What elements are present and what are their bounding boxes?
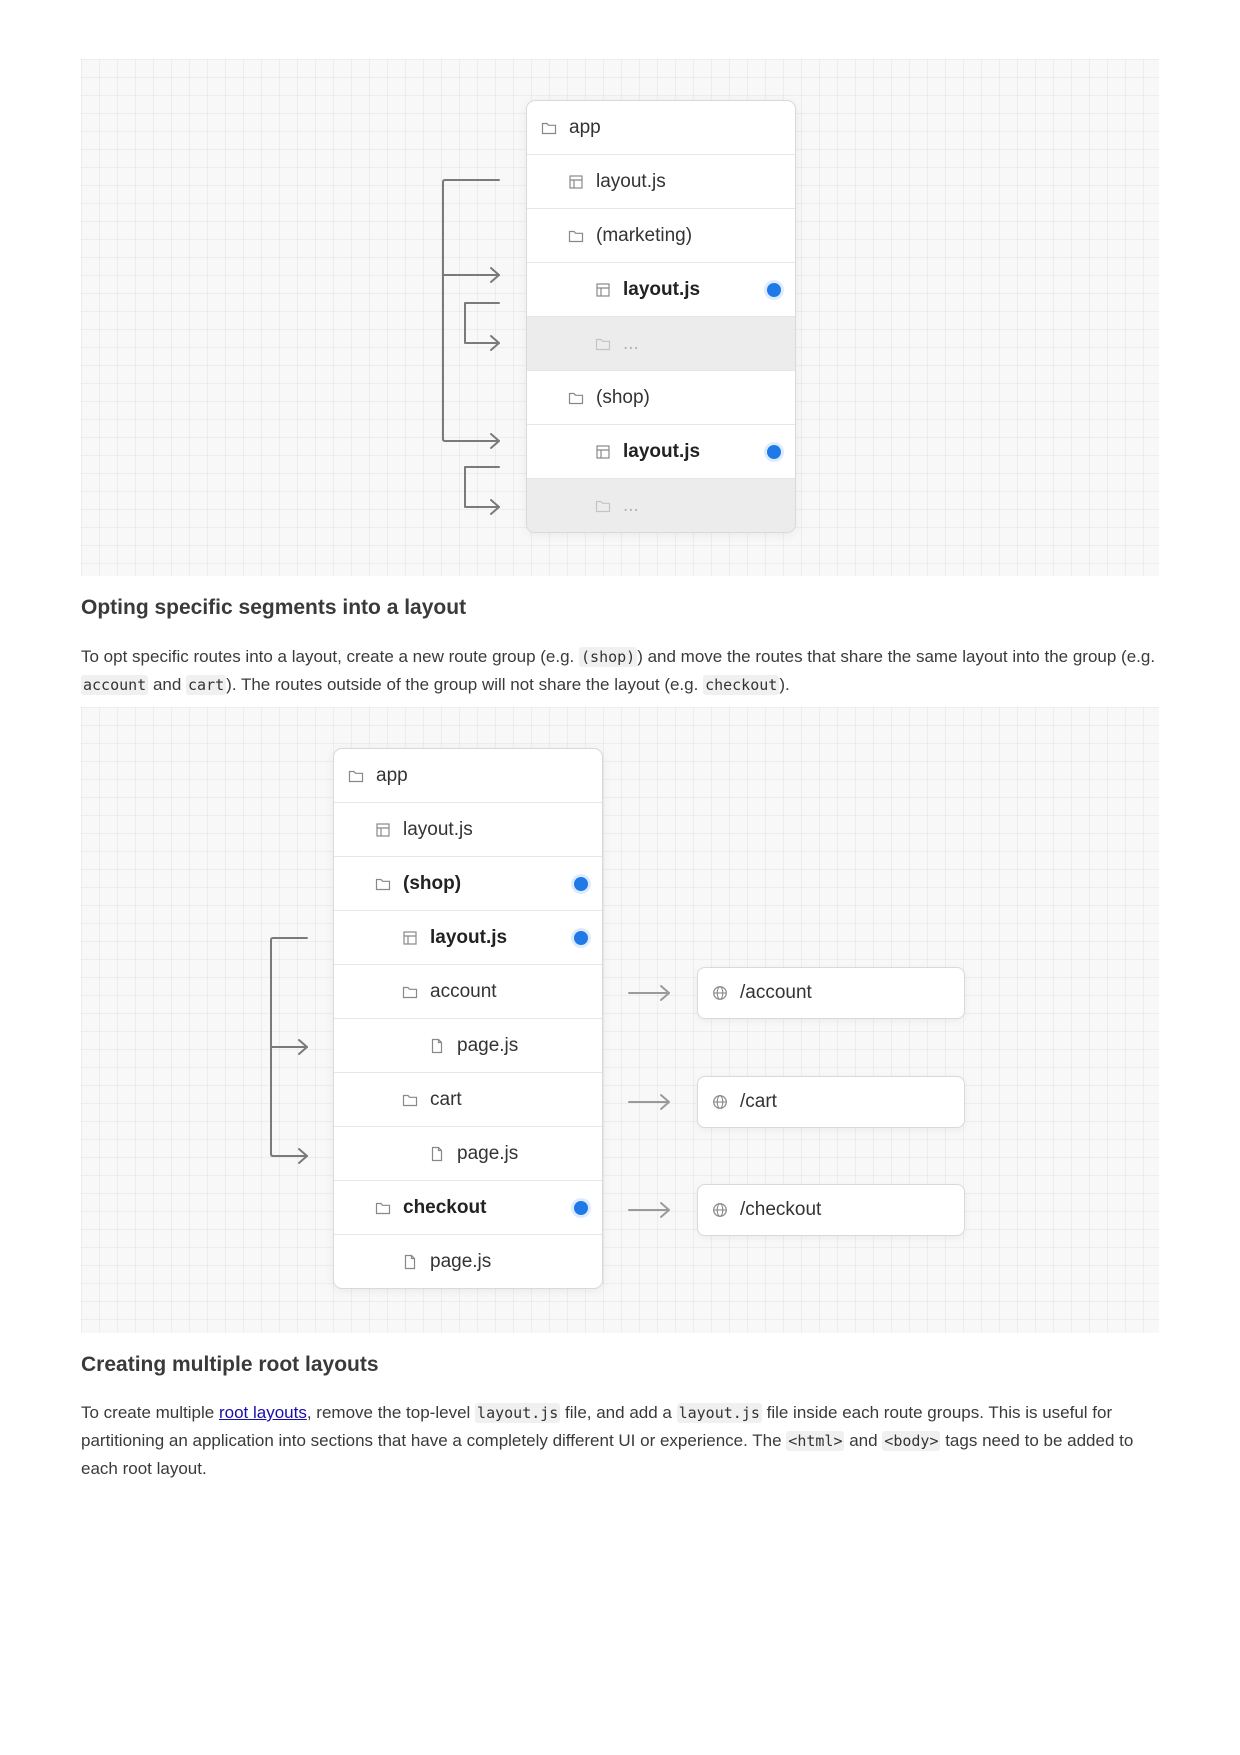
text-run: and [148,675,187,694]
tree-row-checkout[interactable]: checkout [334,1181,602,1235]
page-file-icon [431,1146,443,1161]
globe-icon [713,1203,727,1217]
tree-row-cart[interactable]: cart [334,1073,602,1127]
inline-code: cart [186,675,227,695]
inline-code: checkout [703,675,780,695]
tree-row-label: app [376,764,408,786]
text-run: To opt specific routes into a layout, cr… [81,647,580,666]
tree-row-label: ... [623,494,639,516]
tree-row-account[interactable]: account [334,965,602,1019]
inline-code: <body> [882,1431,941,1451]
figure-opt-in-layout: app layout.js (shop) layout.js account p… [81,707,1159,1333]
tree-row-label: ... [623,332,639,354]
tree-row-label: app [569,116,601,138]
inline-code: <html> [786,1431,845,1451]
tree-row-cart-page-js[interactable]: page.js [334,1127,602,1181]
tree-row-label: page.js [457,1034,519,1056]
tree-row-checkout-page-js[interactable]: page.js [334,1235,602,1288]
tree-row-label: layout.js [596,170,666,192]
tree-row-label: layout.js [623,278,701,300]
tree-row-label: page.js [457,1142,519,1164]
folder-icon [568,230,584,242]
text-run: ) and move the routes that share the sam… [637,647,1156,666]
folder-icon [595,338,611,350]
tree-row-label: layout.js [430,926,508,948]
inline-code: layout.js [676,1403,762,1423]
inline-code: layout.js [475,1403,561,1423]
globe-icon [713,986,727,1000]
folder-icon [595,500,611,512]
tree-row-marketing[interactable]: (marketing) [527,209,795,263]
tree-row-label: (shop) [403,872,462,894]
text-run: file, and add a [560,1403,677,1422]
layout-file-icon [596,282,610,297]
root-layouts-link[interactable]: root layouts [219,1403,307,1422]
route-card-account[interactable]: /account [697,967,965,1019]
file-tree: app layout.js (shop) layout.js account p… [333,748,603,1289]
tree-row-shop[interactable]: (shop) [527,371,795,425]
route-path: /checkout [740,1199,822,1220]
layout-file-icon [403,930,417,945]
section-heading: Opting specific segments into a layout [81,596,467,619]
tree-row-shop[interactable]: (shop) [334,857,602,911]
section-heading: Creating multiple root layouts [81,1353,379,1376]
tree-row-shop-layout-js[interactable]: layout.js [527,425,795,479]
text-run: To create multiple [81,1403,219,1422]
folder-icon [375,1202,391,1214]
tree-row-layout-js[interactable]: layout.js [527,155,795,209]
active-indicator-dot [574,930,588,945]
folder-icon [402,986,418,998]
active-indicator-dot [767,282,781,297]
tree-row-label: (marketing) [596,224,693,246]
inline-code: account [81,675,149,695]
text-run: ). [779,675,790,694]
section-paragraph: To create multiple root layouts, remove … [81,1399,1161,1483]
tree-row-marketing-layout-js[interactable]: layout.js [527,263,795,317]
document-page: app layout.js (marketing) layout.js ... [0,0,1240,1755]
folder-icon [348,770,364,782]
layout-file-icon [376,822,390,837]
tree-row-layout-js[interactable]: layout.js [334,803,602,857]
tree-row-label: account [430,980,497,1002]
tree-row-shop-layout-js[interactable]: layout.js [334,911,602,965]
tree-row-label: (shop) [596,386,650,408]
active-indicator-dot [574,1200,588,1215]
globe-icon [713,1095,727,1109]
active-indicator-dot [767,444,781,459]
folder-icon [402,1094,418,1106]
route-path: /account [740,982,812,1003]
tree-row-label: checkout [403,1196,487,1218]
tree-row-app[interactable]: app [334,749,602,803]
folder-icon [375,878,391,890]
layout-file-icon [596,444,610,459]
tree-row-app[interactable]: app [527,101,795,155]
text-run: ). The routes outside of the group will … [226,675,704,694]
text-run: , remove the top-level [306,1403,476,1422]
file-tree: app layout.js (marketing) layout.js ... [526,100,796,533]
tree-row-label: layout.js [623,440,701,462]
route-card-checkout[interactable]: /checkout [697,1184,965,1236]
folder-icon [541,122,557,134]
figure-route-groups-layouts: app layout.js (marketing) layout.js ... [81,59,1159,576]
tree-row-label: cart [430,1088,462,1110]
active-indicator-dot [574,876,588,891]
tree-row-label: page.js [430,1250,492,1272]
folder-icon [568,392,584,404]
page-file-icon [404,1254,416,1269]
tree-row-ellipsis[interactable]: ... [527,479,795,532]
text-run: and [844,1431,883,1450]
tree-row-account-page-js[interactable]: page.js [334,1019,602,1073]
section-paragraph: To opt specific routes into a layout, cr… [81,643,1161,699]
tree-row-ellipsis[interactable]: ... [527,317,795,371]
connector-arrows [270,937,670,1218]
route-card-cart[interactable]: /cart [697,1076,965,1128]
page-file-icon [431,1038,443,1053]
layout-file-icon [569,174,583,189]
tree-row-label: layout.js [403,818,473,840]
route-path: /cart [740,1091,777,1112]
inline-code: (shop) [579,647,638,667]
